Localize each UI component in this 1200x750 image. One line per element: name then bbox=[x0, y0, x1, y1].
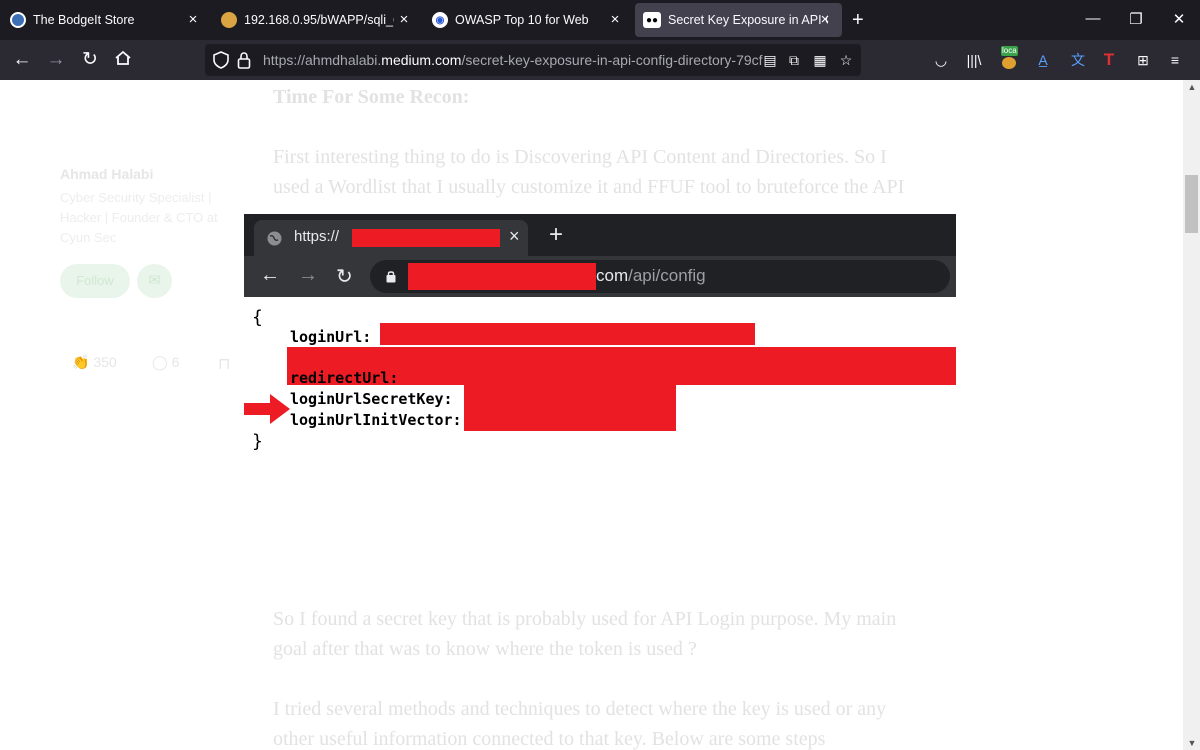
translate-page-icon[interactable]: ⧉ bbox=[785, 51, 803, 69]
tab-title: OWASP Top 10 for Web bbox=[455, 13, 589, 27]
tab-strip: The BodgeIt Store × 192.168.0.95/bWAPP/s… bbox=[0, 0, 1200, 40]
section-heading: Time For Some Recon: bbox=[273, 86, 470, 108]
url-domain: medium.com bbox=[381, 52, 462, 68]
screenshot-tab-title: https:// bbox=[294, 228, 340, 245]
close-icon[interactable]: × bbox=[184, 11, 202, 29]
paragraph-secret-key: So I found a secret key that is probably… bbox=[273, 608, 897, 660]
tab-owasp-top10[interactable]: ◉ OWASP Top 10 for Web × bbox=[424, 3, 632, 37]
back-arrow-icon: ← bbox=[260, 264, 280, 286]
app-menu-icon[interactable]: ≡ bbox=[1165, 50, 1185, 70]
scrollbar-thumb[interactable] bbox=[1185, 175, 1198, 233]
globe-icon bbox=[267, 231, 282, 246]
close-window-icon[interactable]: ✕ bbox=[1169, 10, 1189, 28]
library-icon[interactable]: |||\ bbox=[964, 50, 984, 70]
url-prefix: https://ahmdhalabi. bbox=[263, 52, 382, 68]
minimize-icon[interactable]: — bbox=[1083, 10, 1103, 27]
responses-button[interactable]: ◯ 6 bbox=[152, 354, 179, 371]
close-icon[interactable]: × bbox=[606, 11, 624, 29]
tracking-shield-icon[interactable] bbox=[213, 51, 229, 69]
follow-button[interactable]: Follow bbox=[60, 264, 130, 298]
home-icon bbox=[115, 50, 131, 65]
author-name[interactable]: Ahmad Halabi bbox=[60, 166, 153, 182]
comment-icon: ◯ bbox=[152, 354, 168, 370]
navigation-toolbar: ← → ↻ https://ahmdhalabi.medium.com/secr… bbox=[0, 40, 1200, 80]
close-brace: } bbox=[252, 431, 263, 452]
paragraph-recon: First interesting thing to do is Discove… bbox=[273, 146, 905, 198]
clap-count: 350 bbox=[93, 354, 117, 370]
json-key-login-url: loginUrl: bbox=[290, 328, 372, 346]
lock-icon bbox=[386, 271, 396, 283]
screenshot-tab: https:// × bbox=[254, 220, 528, 256]
response-count: 6 bbox=[171, 354, 180, 370]
forward-arrow-icon: → bbox=[298, 264, 318, 286]
address-bar[interactable]: https://ahmdhalabi.medium.com/secret-key… bbox=[205, 44, 861, 76]
article-page: Time For Some Recon: First interesting t… bbox=[0, 80, 1183, 750]
clap-icon: 👏 bbox=[72, 354, 90, 370]
forward-arrow-icon[interactable]: → bbox=[45, 49, 67, 71]
tab-title: Secret Key Exposure in API Con bbox=[668, 13, 828, 27]
url-path: /secret-key-exposure-in-api-config-direc… bbox=[461, 52, 763, 68]
extension-face-icon bbox=[1002, 57, 1016, 69]
close-icon[interactable]: × bbox=[816, 11, 834, 29]
url-text[interactable]: https://ahmdhalabi.medium.com/secret-key… bbox=[263, 52, 763, 68]
redaction-box bbox=[410, 369, 456, 385]
localhost-extension-icon[interactable]: loca bbox=[999, 46, 1019, 69]
reader-view-icon[interactable]: ▤ bbox=[761, 51, 779, 69]
tab-title: The BodgeIt Store bbox=[33, 13, 135, 27]
article-screenshot: https:// × + ← → ↻ com/api/config { logi… bbox=[244, 214, 956, 470]
reload-icon: ↻ bbox=[336, 266, 353, 288]
new-tab-button[interactable]: + bbox=[852, 10, 864, 30]
home-button[interactable] bbox=[112, 49, 134, 71]
red-arrow-icon bbox=[244, 394, 290, 424]
plus-icon: + bbox=[549, 221, 564, 248]
clap-button[interactable]: 👏 350 bbox=[72, 354, 117, 371]
medium-favicon-icon: ●● bbox=[643, 12, 661, 28]
redaction-box bbox=[380, 323, 755, 345]
restore-icon[interactable]: ❐ bbox=[1126, 10, 1146, 28]
subscribe-mail-button[interactable]: ✉ bbox=[137, 264, 172, 298]
screenshot-tab-strip: https:// × + bbox=[244, 214, 956, 256]
paragraph-methods: I tried several methods and techniques t… bbox=[273, 698, 887, 750]
author-bio: Cyber Security Specialist | Hacker | Fou… bbox=[60, 190, 218, 245]
open-brace: { bbox=[252, 307, 263, 328]
bookmark-icon[interactable]: ⊓ bbox=[218, 354, 230, 374]
bookmark-star-icon[interactable]: ☆ bbox=[837, 51, 855, 69]
google-translate-icon[interactable]: 文 bbox=[1068, 50, 1088, 70]
bee-favicon-icon bbox=[221, 12, 237, 28]
redaction-box bbox=[352, 229, 500, 247]
redaction-box bbox=[408, 263, 596, 290]
bodgeit-favicon-icon bbox=[10, 12, 26, 28]
close-icon: × bbox=[509, 226, 520, 246]
tab-bwapp-sqli[interactable]: 192.168.0.95/bWAPP/sqli_6.php × bbox=[213, 3, 421, 37]
screenshot-address-bar: com/api/config bbox=[370, 260, 950, 293]
back-arrow-icon[interactable]: ← bbox=[11, 49, 33, 71]
json-key-redirect-url: redirectUrl: bbox=[290, 369, 399, 387]
screenshot-toolbar: ← → ↻ com/api/config bbox=[244, 256, 956, 297]
scroll-up-arrow-icon[interactable]: ▲ bbox=[1186, 80, 1198, 94]
scroll-down-arrow-icon[interactable]: ▼ bbox=[1186, 736, 1198, 750]
reload-icon[interactable]: ↻ bbox=[79, 49, 101, 71]
lock-icon[interactable] bbox=[237, 51, 251, 69]
redaction-box bbox=[464, 385, 676, 431]
extension-badge: loca bbox=[1001, 46, 1018, 56]
tab-secret-key-exposure[interactable]: ●● Secret Key Exposure in API Con × bbox=[635, 3, 842, 37]
json-key-init-vector: loginUrlInitVector: bbox=[290, 411, 462, 429]
owasp-favicon-icon: ◉ bbox=[432, 12, 448, 28]
json-key-secret-key: loginUrlSecretKey: bbox=[290, 390, 453, 408]
qr-code-icon[interactable]: ▦ bbox=[811, 51, 829, 69]
url-path: /api/config bbox=[628, 266, 706, 285]
url-suffix: com bbox=[596, 266, 629, 285]
t-extension-icon[interactable]: T bbox=[1099, 50, 1119, 70]
extensions-grid-icon[interactable]: ⊞ bbox=[1133, 50, 1153, 70]
pocket-icon[interactable]: ◡ bbox=[931, 50, 951, 70]
translator-icon[interactable]: A̲ bbox=[1033, 50, 1053, 70]
tab-bodgeit-store[interactable]: The BodgeIt Store × bbox=[2, 3, 210, 37]
close-icon[interactable]: × bbox=[395, 11, 413, 29]
tab-title: 192.168.0.95/bWAPP/sqli_6.php bbox=[244, 13, 394, 27]
